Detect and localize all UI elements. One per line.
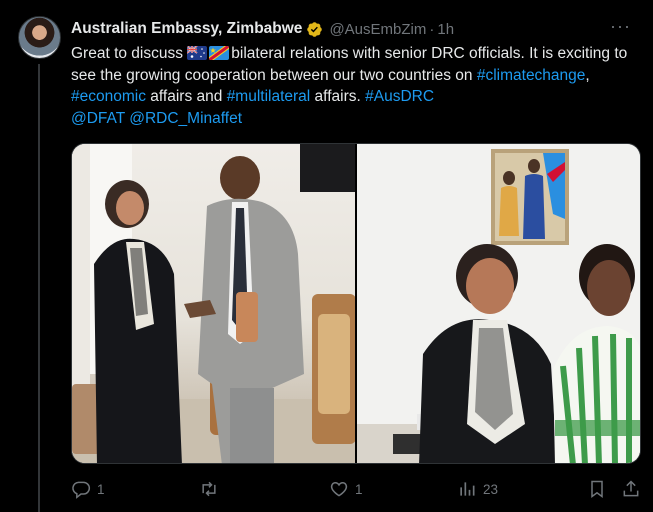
tweet-header: Australian Embassy, Zimbabwe @AusEmbZim …	[71, 18, 454, 40]
hashtag-link[interactable]: #economic	[71, 88, 146, 105]
photo-portrait-illustration	[357, 144, 640, 463]
tweet-text: Great to discuss bilateral relations wit…	[71, 43, 631, 129]
australia-flag-icon	[187, 46, 208, 60]
media-grid	[71, 143, 641, 464]
retweet-button[interactable]	[199, 476, 225, 502]
share-icon	[623, 480, 639, 497]
avatar[interactable]	[18, 16, 61, 59]
text-segment: affairs and	[145, 88, 227, 105]
photo-handshake[interactable]	[72, 144, 355, 463]
heart-icon	[330, 481, 348, 497]
reply-button[interactable]: 1	[71, 476, 105, 502]
hashtag-link[interactable]: #AusDRC	[365, 88, 434, 105]
timestamp[interactable]: 1h	[437, 21, 454, 38]
tweet[interactable]: Australian Embassy, Zimbabwe @AusEmbZim …	[0, 0, 653, 512]
separator-dot: ·	[429, 20, 435, 38]
like-count: 1	[355, 481, 363, 497]
reply-count: 1	[97, 481, 105, 497]
bookmark-icon	[591, 480, 603, 498]
photo-handshake-illustration	[72, 144, 355, 463]
retweet-icon	[202, 481, 216, 497]
text-segment: affairs.	[310, 88, 366, 105]
photo-portrait[interactable]	[357, 144, 640, 463]
hashtag-link[interactable]: #climatechange	[477, 67, 586, 84]
views-chart-icon	[460, 482, 475, 496]
text-segment: Great to discuss	[71, 45, 188, 62]
reply-icon	[72, 481, 91, 499]
verified-badge-icon	[307, 21, 323, 37]
hashtag-link[interactable]: #multilateral	[227, 88, 311, 105]
display-name[interactable]: Australian Embassy, Zimbabwe	[71, 20, 302, 38]
views-count: 23	[483, 481, 499, 497]
bookmark-button[interactable]	[587, 476, 613, 502]
handle[interactable]: @AusEmbZim	[329, 21, 426, 38]
action-bar: 1 1 23	[71, 476, 641, 502]
drc-flag-icon	[209, 46, 230, 60]
mention-link[interactable]: @RDC_Minaffet	[129, 110, 242, 127]
more-options-icon[interactable]: ···	[610, 17, 631, 35]
views-button[interactable]: 23	[457, 476, 498, 502]
mention-link[interactable]: @DFAT	[71, 110, 125, 127]
text-segment: ,	[585, 66, 590, 84]
share-button[interactable]	[621, 476, 647, 502]
thread-line	[38, 64, 40, 512]
like-button[interactable]: 1	[329, 476, 363, 502]
